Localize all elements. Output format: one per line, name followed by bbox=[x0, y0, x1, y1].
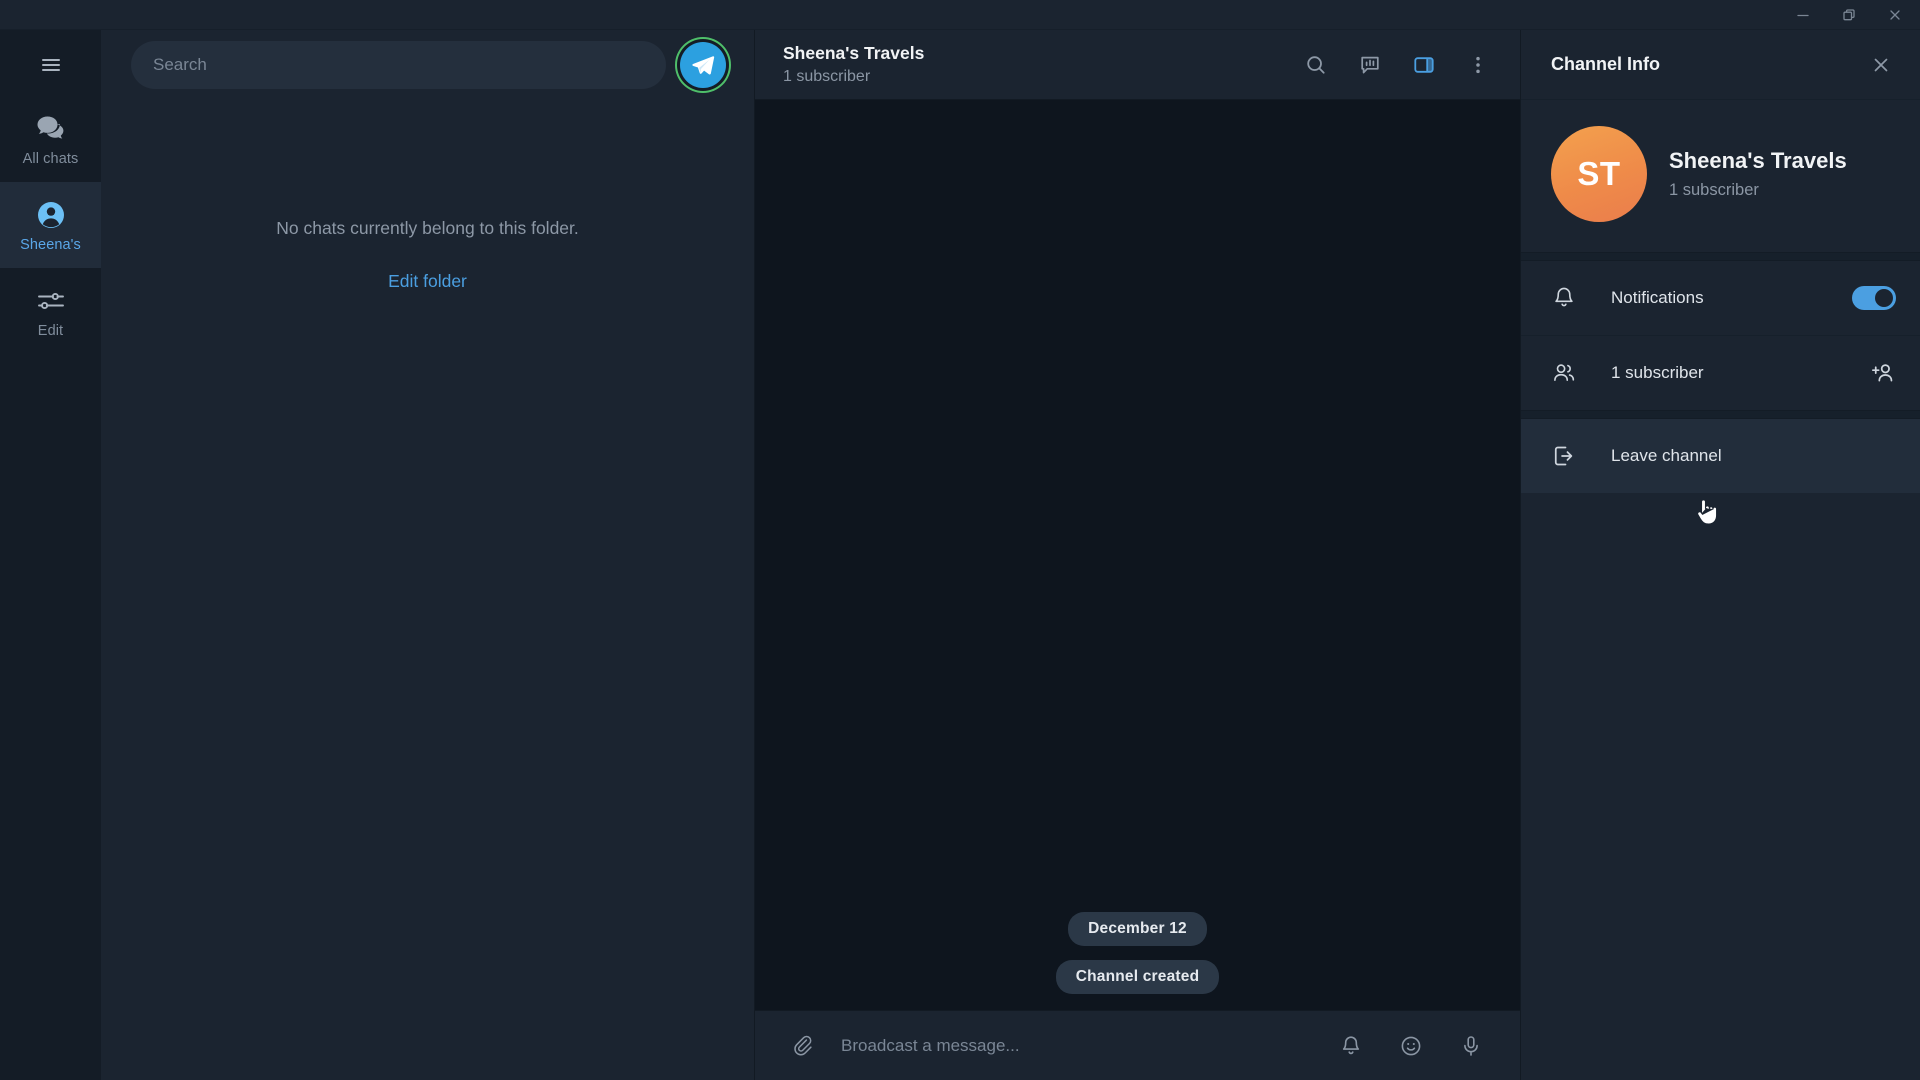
chat-list-panel: Search No chats currently belong to this… bbox=[101, 30, 755, 1080]
minimize-button[interactable] bbox=[1780, 0, 1826, 30]
section-divider bbox=[1521, 410, 1920, 419]
person-icon bbox=[35, 198, 67, 232]
search-input[interactable]: Search bbox=[131, 41, 666, 89]
notifications-toggle-wrap bbox=[1852, 286, 1896, 310]
message-area: December 12 Channel created bbox=[755, 100, 1520, 1010]
restore-button[interactable] bbox=[1826, 0, 1872, 30]
toggle-info-panel-icon[interactable] bbox=[1402, 43, 1446, 87]
info-row-leave-channel[interactable]: Leave channel bbox=[1521, 419, 1920, 493]
people-icon bbox=[1551, 360, 1595, 386]
close-button[interactable] bbox=[1872, 0, 1918, 30]
conversation-subtitle: 1 subscriber bbox=[783, 68, 871, 85]
conversation-panel: Sheena's Travels 1 subscriber December 1… bbox=[755, 30, 1520, 1080]
conversation-title: Sheena's Travels bbox=[783, 43, 925, 63]
info-row-subscribers[interactable]: 1 subscriber bbox=[1521, 336, 1920, 410]
avatar[interactable]: ST bbox=[1551, 126, 1647, 222]
conversation-actions bbox=[1294, 43, 1500, 87]
sidebar-item-edit[interactable]: Edit bbox=[0, 268, 101, 354]
info-row-label: Leave channel bbox=[1611, 446, 1722, 465]
search-row: Search bbox=[101, 30, 754, 100]
bell-icon[interactable] bbox=[1328, 1023, 1374, 1069]
leave-icon bbox=[1551, 443, 1595, 469]
window-titlebar bbox=[0, 0, 1920, 30]
profile-meta: Sheena's Travels 1 subscriber bbox=[1669, 148, 1847, 200]
channel-name: Sheena's Travels bbox=[1669, 148, 1847, 173]
folders-rail: All chats Sheena's Edit bbox=[0, 30, 101, 1080]
more-options-icon[interactable] bbox=[1456, 43, 1500, 87]
message-input[interactable]: Broadcast a message... bbox=[827, 1036, 1328, 1056]
search-placeholder: Search bbox=[153, 55, 207, 74]
message-composer: Broadcast a message... bbox=[755, 1010, 1520, 1080]
empty-folder-state: No chats currently belong to this folder… bbox=[101, 100, 754, 1080]
info-row-label: 1 subscriber bbox=[1611, 363, 1704, 382]
microphone-icon[interactable] bbox=[1448, 1023, 1494, 1069]
section-divider bbox=[1521, 252, 1920, 261]
statistics-icon[interactable] bbox=[1348, 43, 1392, 87]
telegram-window: All chats Sheena's Edit Search No chats … bbox=[0, 0, 1920, 1080]
conversation-title-block[interactable]: Sheena's Travels 1 subscriber bbox=[783, 43, 924, 86]
channel-info-panel: Channel Info ST Sheena's Travels 1 subsc… bbox=[1520, 30, 1920, 1080]
main-body: All chats Sheena's Edit Search No chats … bbox=[0, 30, 1920, 1080]
info-panel-title: Channel Info bbox=[1551, 54, 1660, 74]
empty-folder-text: No chats currently belong to this folder… bbox=[276, 218, 579, 238]
chats-icon bbox=[34, 112, 68, 146]
service-message[interactable]: Channel created bbox=[1055, 960, 1220, 994]
info-panel-header: Channel Info bbox=[1521, 30, 1920, 100]
channel-subscriber-count: 1 subscriber bbox=[1669, 181, 1759, 199]
close-icon[interactable] bbox=[1860, 44, 1902, 86]
date-separator[interactable]: December 12 bbox=[1068, 912, 1207, 946]
hamburger-menu-button[interactable] bbox=[0, 38, 101, 96]
composer-actions bbox=[1328, 1023, 1494, 1069]
add-member-icon[interactable] bbox=[1870, 360, 1896, 386]
telegram-plane-icon[interactable] bbox=[680, 42, 726, 88]
sidebar-item-label: Sheena's bbox=[20, 236, 81, 253]
paperclip-icon[interactable] bbox=[781, 1023, 827, 1069]
conversation-header: Sheena's Travels 1 subscriber bbox=[755, 30, 1520, 100]
info-row-label: Notifications bbox=[1611, 288, 1704, 307]
sidebar-item-all-chats[interactable]: All chats bbox=[0, 96, 101, 182]
hamburger-menu-icon bbox=[36, 50, 66, 85]
notifications-toggle[interactable] bbox=[1852, 286, 1896, 310]
sliders-icon bbox=[35, 284, 67, 318]
channel-profile: ST Sheena's Travels 1 subscriber bbox=[1521, 100, 1920, 252]
search-icon[interactable] bbox=[1294, 43, 1338, 87]
bell-icon bbox=[1551, 285, 1595, 311]
edit-folder-link[interactable]: Edit folder bbox=[388, 271, 467, 292]
sidebar-item-label: All chats bbox=[22, 150, 79, 167]
sidebar-item-label: Edit bbox=[37, 322, 64, 339]
sidebar-item-sheenas[interactable]: Sheena's bbox=[0, 182, 101, 268]
info-row-notifications[interactable]: Notifications bbox=[1521, 261, 1920, 335]
emoji-icon[interactable] bbox=[1388, 1023, 1434, 1069]
